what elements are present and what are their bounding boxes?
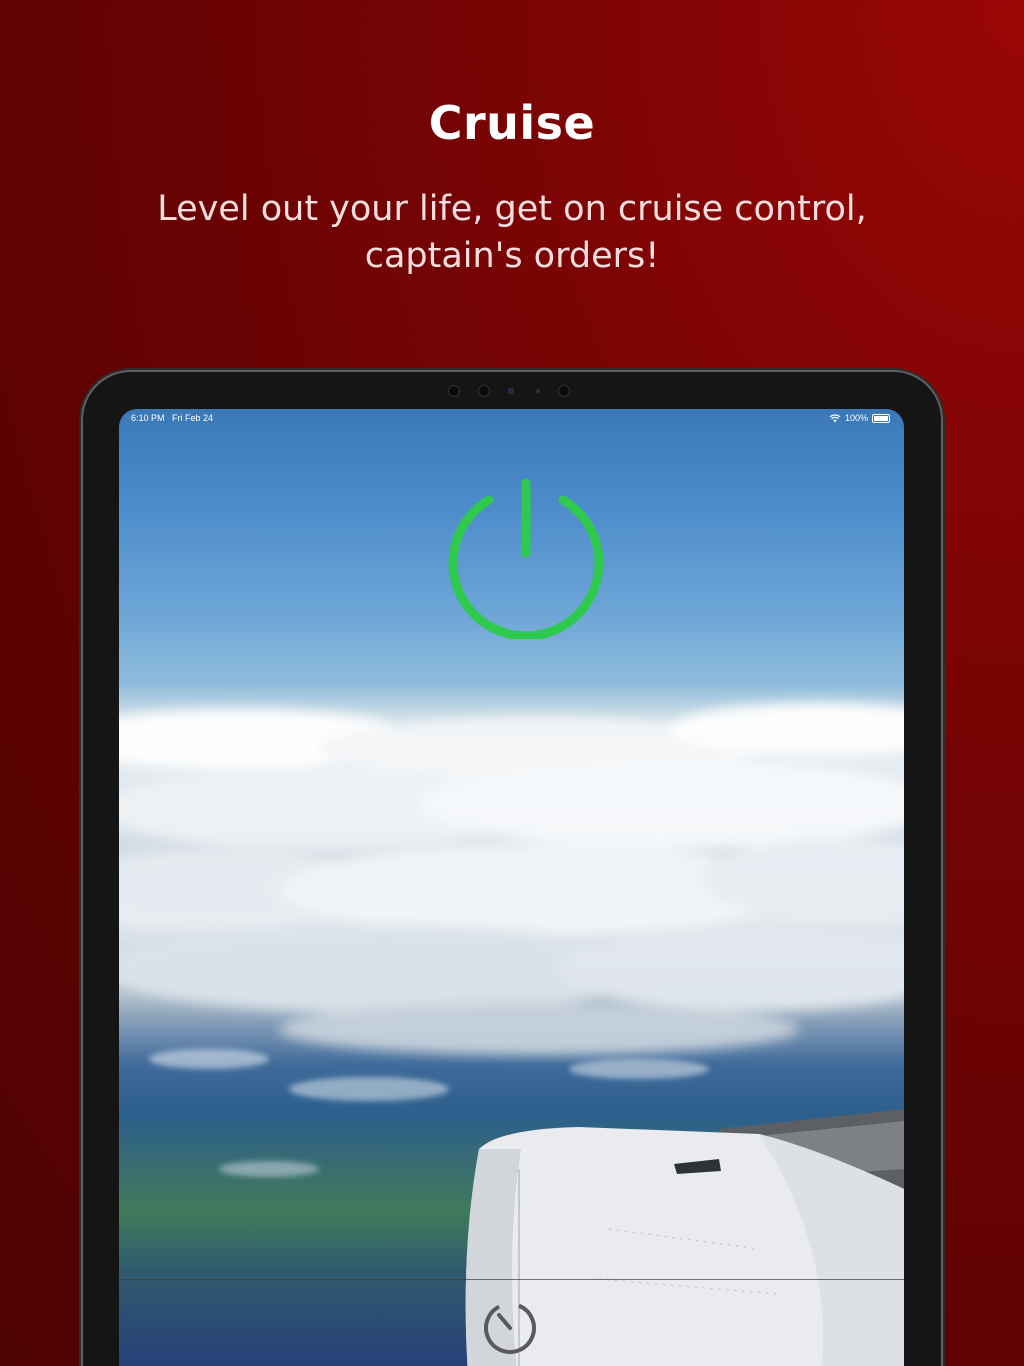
sensor xyxy=(448,385,460,397)
battery-percent: 100% xyxy=(844,413,868,423)
sensor xyxy=(536,389,540,393)
status-time-date: 6:10 PM Fri Feb 24 xyxy=(131,413,213,423)
battery-icon xyxy=(872,413,890,423)
status-date: Fri Feb 24 xyxy=(172,413,214,423)
timer-icon[interactable] xyxy=(479,1295,541,1357)
wifi-icon xyxy=(829,413,841,422)
camera-lens xyxy=(508,388,514,394)
status-indicators: 100% xyxy=(829,413,890,423)
sensor xyxy=(478,385,490,397)
app-screen: 6:10 PM Fri Feb 24 100% xyxy=(119,409,904,1366)
sensor xyxy=(558,385,570,397)
camera-sensors xyxy=(448,382,578,400)
promo-subtitle: Level out your life, get on cruise contr… xyxy=(157,189,867,276)
tab-bar-divider xyxy=(119,1279,904,1280)
power-icon[interactable] xyxy=(445,477,607,639)
status-time: 6:10 PM xyxy=(131,413,165,423)
promo-title: Cruise xyxy=(428,96,596,150)
status-bar: 6:10 PM Fri Feb 24 100% xyxy=(119,409,904,427)
